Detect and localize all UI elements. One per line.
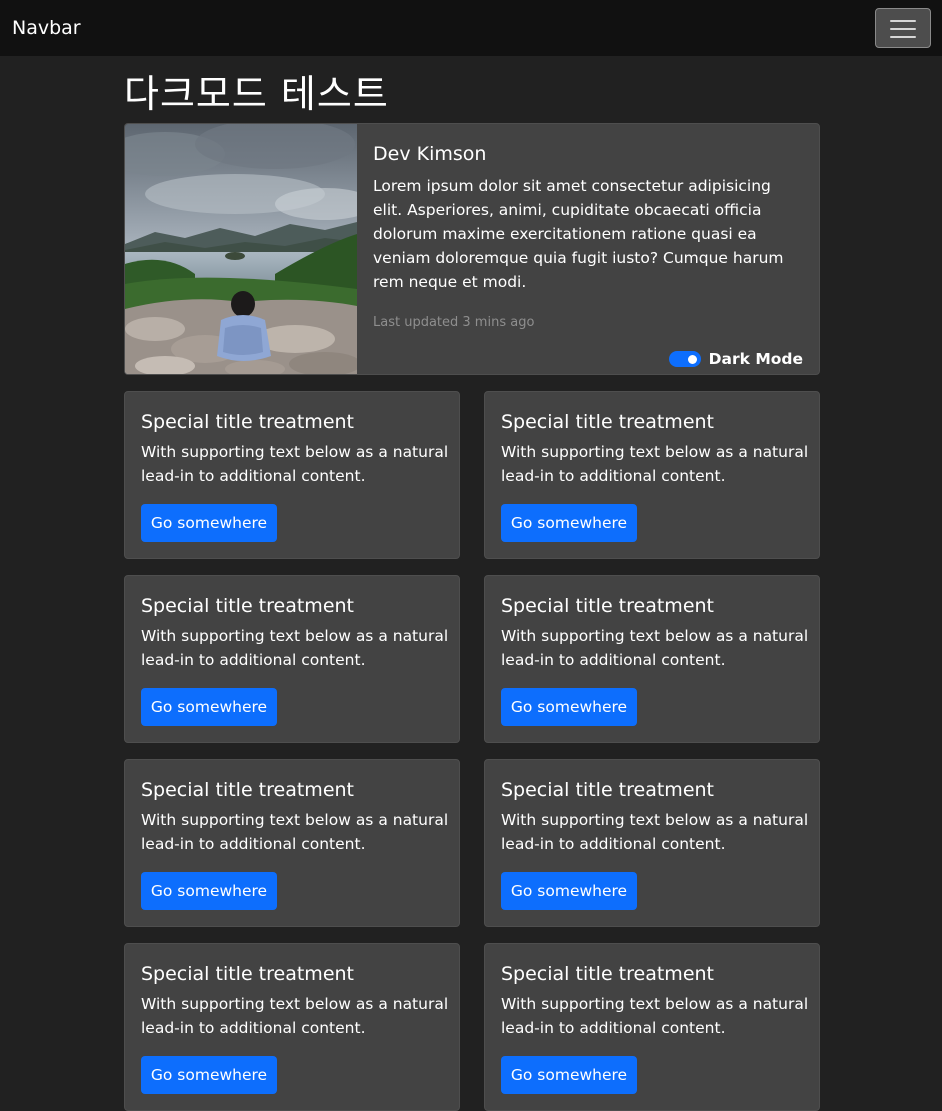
card-title: Special title treatment bbox=[501, 595, 714, 617]
card-title: Special title treatment bbox=[141, 779, 354, 801]
card: Special title treatment With supporting … bbox=[124, 575, 460, 743]
go-somewhere-button[interactable]: Go somewhere bbox=[501, 504, 637, 542]
go-somewhere-button[interactable]: Go somewhere bbox=[501, 1056, 637, 1094]
profile-text: Lorem ipsum dolor sit amet consectetur a… bbox=[373, 177, 784, 291]
card-title: Special title treatment bbox=[501, 411, 714, 433]
go-somewhere-button[interactable]: Go somewhere bbox=[141, 1056, 277, 1094]
card: Special title treatment With supporting … bbox=[484, 943, 820, 1111]
navbar-brand[interactable]: Navbar bbox=[12, 17, 81, 39]
dark-mode-switch[interactable] bbox=[668, 351, 701, 367]
dark-mode-label[interactable]: Dark Mode bbox=[709, 349, 803, 369]
last-updated-text: Last updated 3 mins ago bbox=[373, 315, 535, 330]
card-title: Special title treatment bbox=[141, 411, 354, 433]
card-title: Special title treatment bbox=[141, 595, 354, 617]
navbar: Navbar bbox=[0, 0, 942, 56]
card-text: With supporting text below as a natural … bbox=[501, 443, 809, 485]
card: Special title treatment With supporting … bbox=[484, 759, 820, 927]
profile-photo bbox=[125, 124, 357, 374]
go-somewhere-button[interactable]: Go somewhere bbox=[141, 688, 277, 726]
card-title: Special title treatment bbox=[141, 963, 354, 985]
navbar-toggler-button[interactable] bbox=[875, 8, 931, 48]
card-text: With supporting text below as a natural … bbox=[141, 811, 449, 853]
profile-body: Dev Kimson Lorem ipsum dolor sit amet co… bbox=[373, 142, 803, 332]
card-text: With supporting text below as a natural … bbox=[141, 443, 449, 485]
card-title: Special title treatment bbox=[501, 963, 714, 985]
card: Special title treatment With supporting … bbox=[124, 943, 460, 1111]
card: Special title treatment With supporting … bbox=[484, 391, 820, 559]
card: Special title treatment With supporting … bbox=[124, 391, 460, 559]
card-title: Special title treatment bbox=[501, 779, 714, 801]
go-somewhere-button[interactable]: Go somewhere bbox=[141, 872, 277, 910]
profile-name: Dev Kimson bbox=[373, 143, 487, 165]
dark-mode-toggle: Dark Mode bbox=[668, 349, 803, 369]
card-text: With supporting text below as a natural … bbox=[501, 627, 809, 669]
card-text: With supporting text below as a natural … bbox=[501, 995, 809, 1037]
page-title: 다크모드 테스트 bbox=[124, 72, 389, 116]
card-text: With supporting text below as a natural … bbox=[141, 627, 449, 669]
go-somewhere-button[interactable]: Go somewhere bbox=[141, 504, 277, 542]
card: Special title treatment With supporting … bbox=[484, 575, 820, 743]
card: Special title treatment With supporting … bbox=[124, 759, 460, 927]
card-text: With supporting text below as a natural … bbox=[501, 811, 809, 853]
go-somewhere-button[interactable]: Go somewhere bbox=[501, 688, 637, 726]
go-somewhere-button[interactable]: Go somewhere bbox=[501, 872, 637, 910]
profile-card: Dev Kimson Lorem ipsum dolor sit amet co… bbox=[124, 123, 820, 375]
card-text: With supporting text below as a natural … bbox=[141, 995, 449, 1037]
switch-knob bbox=[687, 355, 697, 364]
